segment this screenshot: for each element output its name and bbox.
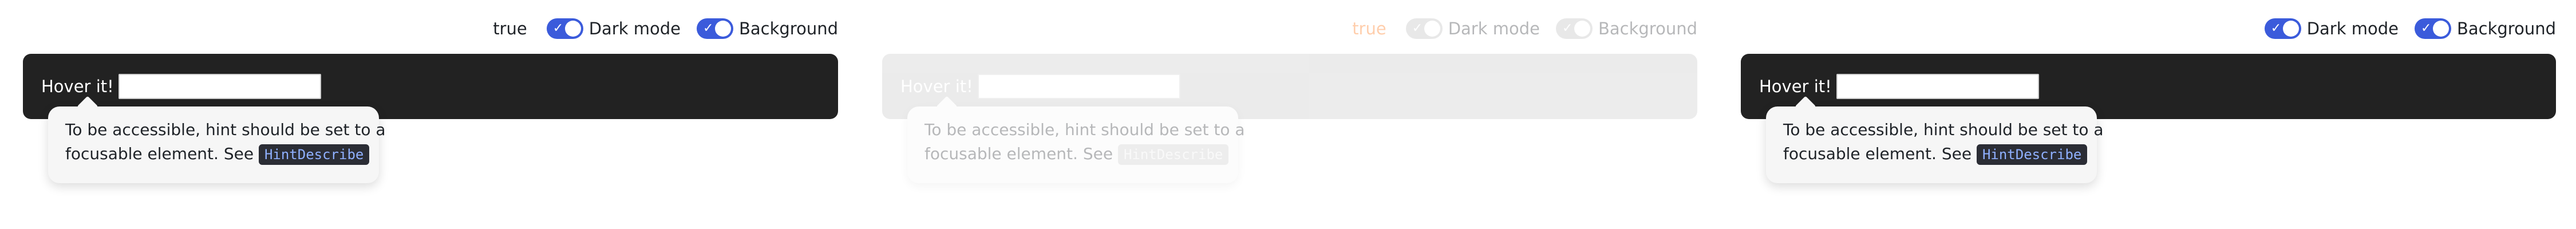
check-icon: ✓ [2270, 21, 2282, 35]
hover-label: Hover it! [900, 77, 973, 96]
switch-knob [564, 21, 581, 37]
hint-tooltip: To be accessible, hint should be set to … [1766, 106, 2104, 183]
check-icon: ✓ [1562, 21, 1573, 35]
hover-label[interactable]: Hover it! [1759, 77, 1832, 96]
text-input[interactable] [118, 74, 321, 99]
tooltip-line-2: focusable element. See HintDescribe [1783, 142, 2088, 167]
background-switch[interactable]: ✓ [696, 18, 733, 39]
dark-mode-switch[interactable]: ✓ [2264, 18, 2301, 39]
hint-demo-panel-3: ✓ Dark mode ✓ Background Hover it! To be… [1741, 0, 2556, 229]
background-label: Background [738, 19, 838, 38]
background-label: Background [1598, 19, 1697, 38]
dark-mode-toggle-group[interactable]: ✓ Dark mode [546, 18, 681, 39]
dark-mode-label: Dark mode [588, 19, 681, 38]
tooltip-line-2-text: focusable element. See [65, 144, 254, 163]
dark-mode-switch[interactable]: ✓ [546, 18, 583, 39]
check-icon: ✓ [1412, 21, 1423, 35]
code-hintdescribe: HintDescribe [1117, 144, 1229, 165]
hint-tooltip: To be accessible, hint should be set to … [48, 106, 386, 183]
tooltip-line-2-text: focusable element. See [1783, 144, 1972, 163]
tooltip-line-2-text: focusable element. See [924, 144, 1113, 163]
switch-knob [2282, 21, 2299, 37]
dark-mode-switch: ✓ [1405, 18, 1443, 39]
background-toggle-group[interactable]: ✓ Background [2414, 18, 2556, 39]
code-hintdescribe: HintDescribe [258, 144, 370, 165]
controls-row: true ✓ Dark mode ✓ Background [493, 17, 838, 40]
text-input [977, 74, 1180, 99]
code-hintdescribe: HintDescribe [1976, 144, 2088, 165]
value-text: true [493, 19, 527, 38]
controls-row: true ✓ Dark mode ✓ Background [1352, 17, 1697, 40]
dark-mode-label: Dark mode [2306, 19, 2399, 38]
background-label: Background [2456, 19, 2556, 38]
hint-demo-panel-1: true ✓ Dark mode ✓ Background Hover it! … [23, 0, 838, 229]
tooltip-line-1: To be accessible, hint should be set to … [1783, 120, 2104, 139]
background-toggle-group: ✓ Background [1555, 18, 1697, 39]
hint-demo-panel-2: true ✓ Dark mode ✓ Background Hover it! … [882, 0, 1697, 229]
background-switch: ✓ [1555, 18, 1593, 39]
switch-knob [2432, 21, 2449, 37]
value-text: true [1352, 19, 1386, 38]
dark-mode-label: Dark mode [1448, 19, 1540, 38]
switch-knob [1574, 21, 1590, 37]
hint-tooltip: To be accessible, hint should be set to … [907, 106, 1245, 183]
check-icon: ✓ [552, 21, 564, 35]
tooltip-line-2: focusable element. See HintDescribe [924, 142, 1229, 167]
check-icon: ✓ [2420, 21, 2432, 35]
dark-mode-toggle-group: ✓ Dark mode [1405, 18, 1540, 39]
text-input[interactable] [1836, 74, 2039, 99]
check-icon: ✓ [702, 21, 714, 35]
tooltip-line-1: To be accessible, hint should be set to … [65, 120, 386, 139]
tooltip-line-1: To be accessible, hint should be set to … [924, 120, 1245, 139]
background-toggle-group[interactable]: ✓ Background [696, 18, 838, 39]
switch-knob [1424, 21, 1440, 37]
hover-label[interactable]: Hover it! [41, 77, 114, 96]
switch-knob [714, 21, 731, 37]
background-switch[interactable]: ✓ [2414, 18, 2451, 39]
tooltip-line-2: focusable element. See HintDescribe [65, 142, 370, 167]
dark-mode-toggle-group[interactable]: ✓ Dark mode [2264, 18, 2399, 39]
controls-row: ✓ Dark mode ✓ Background [2257, 17, 2556, 40]
